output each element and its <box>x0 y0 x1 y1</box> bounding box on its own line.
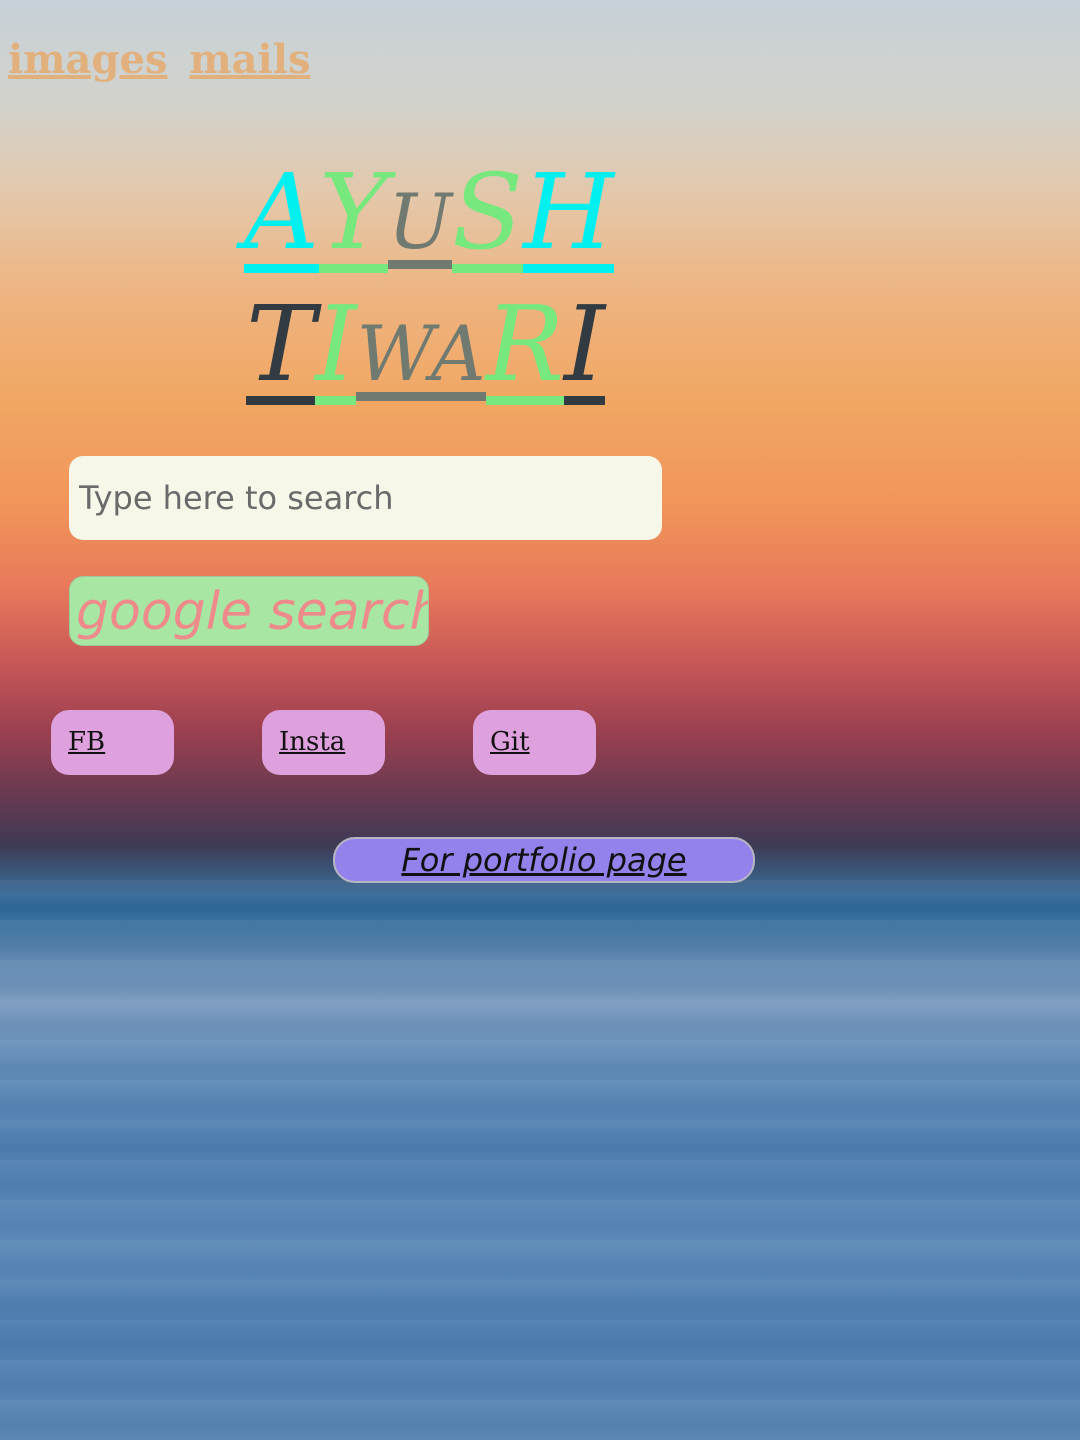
name-letter: A <box>244 151 320 273</box>
sea-streaks <box>0 880 1080 1440</box>
insta-button[interactable]: Insta <box>262 710 385 775</box>
search-input[interactable] <box>69 456 662 540</box>
fb-link[interactable]: FB <box>68 727 105 757</box>
name-letter: U <box>387 184 452 269</box>
name-letter: Y <box>319 151 388 273</box>
google-search-button[interactable]: google search <box>69 576 429 646</box>
name-letter: H <box>523 151 614 273</box>
name-letter: I <box>315 283 357 405</box>
name-letter: R <box>485 283 564 405</box>
name-letter: T <box>246 283 316 405</box>
git-button[interactable]: Git <box>473 710 596 775</box>
portfolio-button[interactable]: For portfolio page <box>333 837 755 883</box>
name-second-line: TIWARI <box>246 283 606 405</box>
name-letter: I <box>564 283 606 405</box>
name-first-line: AYUSH <box>244 160 614 273</box>
top-nav: images mails <box>8 32 318 88</box>
portfolio-link[interactable]: For portfolio page <box>401 841 686 879</box>
git-link[interactable]: Git <box>490 727 530 757</box>
nav-link-images[interactable]: images <box>8 36 167 83</box>
nav-link-mails[interactable]: mails <box>189 36 310 83</box>
fb-button[interactable]: FB <box>51 710 174 775</box>
name-letter: S <box>451 151 524 273</box>
insta-link[interactable]: Insta <box>279 727 345 757</box>
name-letter: WA <box>356 316 486 401</box>
